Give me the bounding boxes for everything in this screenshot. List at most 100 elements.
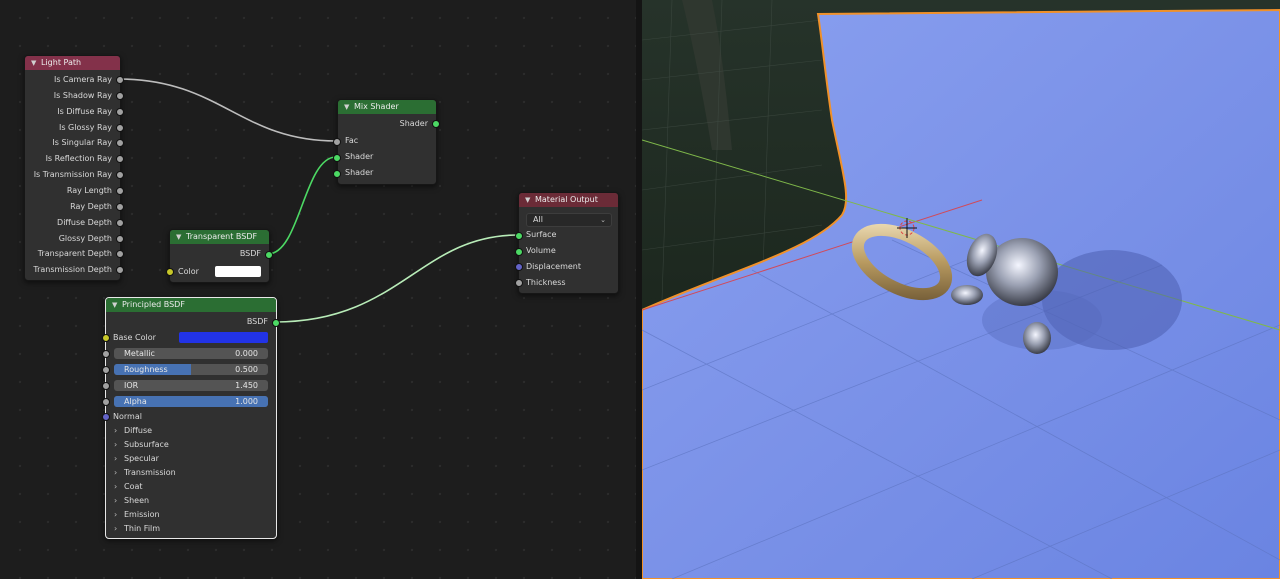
output-socket[interactable] [116, 186, 124, 195]
node-title: Material Output [535, 195, 598, 204]
output-label: BSDF [239, 249, 261, 258]
input-socket[interactable] [515, 232, 523, 240]
output-label: Is Shadow Ray [53, 90, 112, 100]
chevron-right-icon: › [114, 468, 118, 477]
input-label: Fac [345, 136, 359, 145]
output-socket[interactable] [116, 155, 124, 164]
3d-viewport[interactable] [642, 0, 1280, 579]
slider-metallic[interactable]: Metallic 0.000 [114, 348, 268, 359]
input-socket[interactable] [102, 334, 110, 342]
output-socket[interactable] [116, 139, 124, 148]
output-label: Is Transmission Ray [33, 170, 112, 180]
input-socket[interactable] [333, 154, 341, 162]
slider-label: Alpha [124, 397, 147, 406]
link-principled-to-surface [274, 234, 519, 323]
collapse-chevron-icon[interactable]: ▼ [344, 100, 349, 114]
panel-thin-film[interactable]: › Thin Film [114, 524, 160, 533]
output-socket[interactable] [432, 120, 440, 128]
output-label: Is Diffuse Ray [57, 106, 112, 116]
principled-bsdf-header[interactable]: ▼ Principled BSDF [106, 298, 276, 312]
output-socket[interactable] [116, 76, 124, 84]
collapse-chevron-icon[interactable]: ▼ [176, 230, 181, 244]
chevron-right-icon: › [114, 440, 118, 449]
collapse-chevron-icon[interactable]: ▼ [525, 193, 530, 207]
output-socket[interactable] [116, 266, 124, 275]
principled-bsdf-node[interactable]: ▼ Principled BSDF BSDF Base Color Normal… [105, 297, 277, 539]
input-label: Color [178, 267, 199, 276]
input-socket[interactable] [102, 398, 110, 406]
panel-label: Thin Film [124, 524, 161, 533]
chevron-right-icon: › [114, 426, 118, 435]
panel-diffuse[interactable]: › Diffuse [114, 426, 152, 435]
output-socket[interactable] [116, 218, 124, 227]
transparent-bsdf-node[interactable]: ▼ Transparent BSDF BSDF Color [169, 229, 270, 283]
input-socket[interactable] [166, 268, 174, 276]
collapse-chevron-icon[interactable]: ▼ [112, 298, 117, 312]
input-label: Surface [526, 230, 557, 239]
slider-alpha[interactable]: Alpha 1.000 [114, 396, 268, 407]
input-socket[interactable] [333, 170, 341, 178]
transparent-bsdf-header[interactable]: ▼ Transparent BSDF [170, 230, 269, 244]
panel-specular[interactable]: › Specular [114, 454, 159, 463]
chevron-right-icon: › [114, 524, 118, 533]
dropdown-value: All [533, 215, 543, 224]
output-socket[interactable] [116, 123, 124, 132]
input-label: Normal [113, 412, 142, 421]
panel-label: Sheen [124, 496, 150, 505]
chevron-right-icon: › [114, 482, 118, 491]
material-output-header[interactable]: ▼ Material Output [519, 193, 618, 207]
light-path-header[interactable]: ▼ Light Path [25, 56, 120, 70]
input-label: Volume [526, 246, 556, 255]
output-socket[interactable] [272, 319, 280, 327]
shader-node-editor[interactable]: ▼ Light Path Is Camera Ray Is Shadow Ray I… [0, 0, 636, 579]
chevron-down-icon: ⌄ [600, 216, 606, 224]
metallic-object-part [1023, 322, 1051, 354]
output-socket[interactable] [116, 171, 124, 180]
mix-shader-header[interactable]: ▼ Mix Shader [338, 100, 436, 114]
panel-emission[interactable]: › Emission [114, 510, 160, 519]
color-swatch[interactable] [215, 266, 261, 277]
panel-transmission[interactable]: › Transmission [114, 468, 176, 477]
slider-ior[interactable]: IOR 1.450 [114, 380, 268, 391]
node-title: Principled BSDF [122, 300, 185, 309]
output-socket[interactable] [116, 234, 124, 243]
input-socket[interactable] [102, 382, 110, 390]
output-socket[interactable] [116, 91, 124, 100]
input-socket[interactable] [102, 413, 110, 421]
node-title: Mix Shader [354, 102, 399, 111]
panel-label: Subsurface [124, 440, 169, 449]
panel-label: Specular [124, 454, 159, 463]
light-path-node[interactable]: ▼ Light Path Is Camera Ray Is Shadow Ray I… [24, 55, 121, 281]
input-socket[interactable] [515, 263, 523, 271]
input-socket[interactable] [102, 366, 110, 374]
output-label: Shader [399, 119, 428, 128]
output-label: Ray Depth [70, 201, 112, 211]
link-camera-ray-to-fac [118, 78, 337, 142]
input-socket[interactable] [102, 350, 110, 358]
collapse-chevron-icon[interactable]: ▼ [31, 56, 36, 70]
output-socket[interactable] [116, 250, 124, 259]
output-socket[interactable] [116, 107, 124, 116]
slider-value: 1.000 [235, 397, 258, 406]
panel-label: Coat [124, 482, 143, 491]
output-socket[interactable] [265, 251, 273, 259]
input-socket[interactable] [333, 138, 341, 146]
input-socket[interactable] [515, 248, 523, 256]
input-socket[interactable] [515, 279, 523, 287]
slider-label: IOR [124, 381, 139, 390]
render-target-dropdown[interactable]: All ⌄ [526, 213, 612, 227]
link-transparent-to-shader [267, 156, 337, 255]
panel-coat[interactable]: › Coat [114, 482, 143, 491]
output-label: Is Camera Ray [53, 75, 112, 84]
base-color-swatch[interactable] [179, 332, 268, 343]
output-socket[interactable] [116, 202, 124, 211]
slider-roughness[interactable]: Roughness 0.500 [114, 364, 268, 375]
material-output-node[interactable]: ▼ Material Output All ⌄ Surface Volume D… [518, 192, 619, 294]
chevron-right-icon: › [114, 510, 118, 519]
input-label: Displacement [526, 262, 581, 271]
output-label: Ray Length [66, 185, 112, 195]
slider-label: Metallic [124, 349, 155, 358]
panel-subsurface[interactable]: › Subsurface [114, 440, 169, 449]
panel-sheen[interactable]: › Sheen [114, 496, 149, 505]
mix-shader-node[interactable]: ▼ Mix Shader Shader Fac Shader Shader [337, 99, 437, 185]
